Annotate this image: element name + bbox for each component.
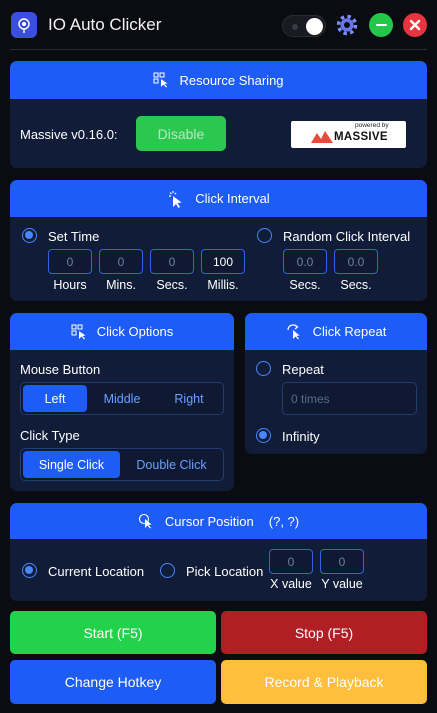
minutes-label: Mins. <box>106 278 136 292</box>
current-location-label: Current Location <box>48 564 145 579</box>
resource-sharing-panel: Resource Sharing Massive v0.16.0: Disabl… <box>10 61 427 168</box>
y-value-label: Y value <box>321 577 363 591</box>
resource-sharing-header: Resource Sharing <box>10 61 427 99</box>
single-click-button[interactable]: Single Click <box>23 451 120 478</box>
mouse-button-selector: Left Middle Right <box>20 382 224 415</box>
mouse-left-button[interactable]: Left <box>23 385 87 412</box>
click-interval-header: Click Interval <box>10 180 427 217</box>
random-max-input[interactable]: 0.0 <box>334 249 378 274</box>
minus-icon <box>375 23 387 27</box>
cursor-position-header: Cursor Position (?, ?) <box>10 503 427 539</box>
stop-button[interactable]: Stop (F5) <box>221 611 427 654</box>
theme-dot-icon <box>292 24 298 30</box>
seconds-input[interactable]: 0 <box>150 249 194 274</box>
repeat-times-input[interactable]: 0 times <box>282 382 417 415</box>
current-location-radio[interactable] <box>22 563 37 578</box>
click-repeat-header: Click Repeat <box>245 313 427 350</box>
window-title: IO Auto Clicker <box>48 15 162 34</box>
seconds-label: Secs. <box>156 278 188 292</box>
click-interval-title: Click Interval <box>195 191 270 206</box>
pick-location-label: Pick Location <box>186 564 264 579</box>
millis-label: Millis. <box>207 278 239 292</box>
pick-location-radio[interactable] <box>160 563 175 578</box>
click-repeat-panel: Click Repeat Repeat 0 times Infinity <box>245 313 427 454</box>
click-repeat-title: Click Repeat <box>312 324 387 339</box>
set-time-radio[interactable] <box>22 228 37 243</box>
moon-icon <box>306 18 323 35</box>
start-button[interactable]: Start (F5) <box>10 611 216 654</box>
cursor-position-panel: Cursor Position (?, ?) Current Location … <box>10 503 427 601</box>
millis-input[interactable]: 100 <box>201 249 245 274</box>
y-value-input[interactable]: 0 <box>320 549 364 574</box>
random-max-label: Secs. <box>340 278 372 292</box>
click-type-label: Click Type <box>20 428 80 443</box>
set-time-label: Set Time <box>48 229 100 244</box>
options-icon <box>71 324 86 339</box>
cursor-position-title: Cursor Position <box>164 513 254 529</box>
cursor-click-icon <box>169 190 182 208</box>
random-min-input[interactable]: 0.0 <box>283 249 327 274</box>
x-value-input[interactable]: 0 <box>269 549 313 574</box>
repeat-radio[interactable] <box>256 361 271 376</box>
random-min-label: Secs. <box>289 278 321 292</box>
click-options-header: Click Options <box>10 313 234 350</box>
mouse-button-label: Mouse Button <box>20 362 101 377</box>
app-logo-icon <box>11 12 37 38</box>
x-value-label: X value <box>270 577 312 591</box>
repeat-times-placeholder: 0 times <box>291 392 330 406</box>
random-interval-radio[interactable] <box>257 228 272 243</box>
minutes-input[interactable]: 0 <box>99 249 143 274</box>
double-click-button[interactable]: Double Click <box>122 451 221 478</box>
title-divider <box>10 49 427 50</box>
cursor-position-icon <box>138 513 152 529</box>
click-type-selector: Single Click Double Click <box>20 448 224 481</box>
hours-label: Hours <box>53 278 87 292</box>
repeat-icon <box>287 323 300 339</box>
click-interval-panel: Click Interval Set Time Random Click Int… <box>10 180 427 301</box>
change-hotkey-button[interactable]: Change Hotkey <box>10 660 216 704</box>
close-button[interactable] <box>403 13 427 37</box>
record-playback-button[interactable]: Record & Playback <box>221 660 427 704</box>
cursor-coords: (?, ?) <box>268 513 300 529</box>
mouse-middle-button[interactable]: Middle <box>89 385 155 412</box>
mouse-right-button[interactable]: Right <box>157 385 221 412</box>
share-icon <box>153 72 168 88</box>
disable-button[interactable]: Disable <box>136 116 226 151</box>
hours-input[interactable]: 0 <box>48 249 92 274</box>
infinity-label: Infinity <box>282 429 320 444</box>
logo-name-text: MASSIVE <box>334 131 388 143</box>
gear-icon[interactable] <box>335 13 359 37</box>
massive-logo-icon <box>311 131 333 143</box>
random-interval-label: Random Click Interval <box>283 229 411 244</box>
logo-powered-text: powered by <box>355 122 389 129</box>
infinity-radio[interactable] <box>256 428 271 443</box>
resource-sharing-title: Resource Sharing <box>179 72 284 88</box>
massive-logo: powered by MASSIVE <box>291 121 406 148</box>
theme-toggle[interactable] <box>282 15 326 37</box>
click-options-title: Click Options <box>96 324 174 339</box>
massive-version-label: Massive v0.16.0: <box>20 127 118 142</box>
minimize-button[interactable] <box>369 13 393 37</box>
click-options-panel: Click Options Mouse Button Left Middle R… <box>10 313 234 491</box>
close-icon <box>409 19 421 31</box>
repeat-label: Repeat <box>282 362 324 377</box>
